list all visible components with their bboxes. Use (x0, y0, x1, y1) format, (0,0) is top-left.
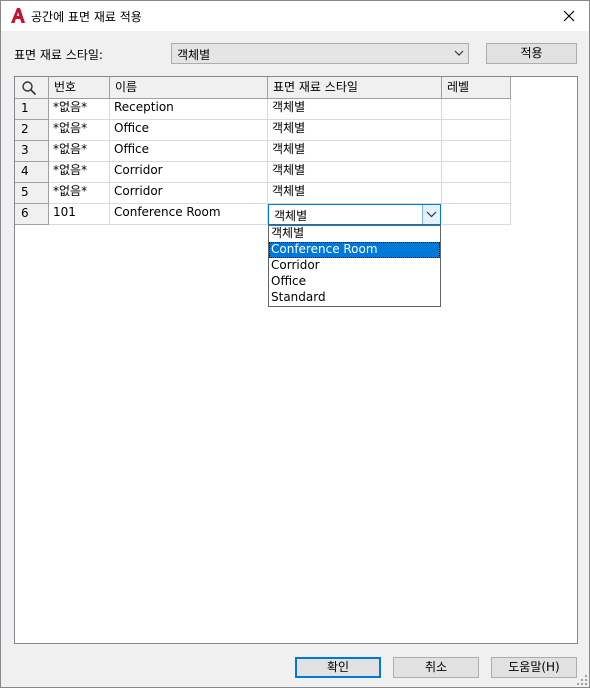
row-header[interactable]: 4 (15, 162, 49, 183)
surface-style-combo[interactable]: 객체별 (171, 43, 469, 64)
row-header[interactable]: 2 (15, 120, 49, 141)
cell-name[interactable]: Office (110, 120, 268, 141)
column-header-style[interactable]: 표면 재료 스타일 (268, 77, 442, 99)
cell-number[interactable]: *없음* (49, 183, 110, 204)
row-header[interactable]: 5 (15, 183, 49, 204)
row-style-combo[interactable]: 객체별 (268, 204, 441, 225)
grid-search-header[interactable] (15, 77, 49, 99)
cell-level[interactable] (442, 141, 511, 162)
row-header[interactable]: 6 (15, 204, 49, 225)
cell-level[interactable] (442, 183, 511, 204)
dropdown-option-selected[interactable]: Conference Room (269, 242, 440, 258)
cell-number[interactable]: *없음* (49, 162, 110, 183)
spaces-grid: 번호 이름 표면 재료 스타일 레벨 1 *없음* Reception 객체별 … (14, 76, 578, 644)
help-button[interactable]: 도움말(H) (491, 657, 577, 678)
ok-button[interactable]: 확인 (295, 657, 381, 678)
close-icon (563, 10, 575, 22)
cell-style[interactable]: 객체별 (268, 183, 442, 204)
combo-dropdown-button[interactable] (422, 205, 440, 224)
chevron-down-icon (454, 50, 464, 56)
cell-level[interactable] (442, 99, 511, 120)
autocad-logo-icon (11, 8, 25, 23)
cancel-button[interactable]: 취소 (393, 657, 479, 678)
window-title: 공간에 표면 재료 적용 (31, 10, 142, 24)
chevron-down-icon (426, 211, 437, 218)
title-bar: 공간에 표면 재료 적용 (1, 1, 589, 31)
cell-number[interactable]: 101 (49, 204, 110, 225)
column-header-number[interactable]: 번호 (49, 77, 110, 99)
cell-name[interactable]: Conference Room (110, 204, 268, 225)
row-header[interactable]: 1 (15, 99, 49, 120)
cell-style[interactable]: 객체별 (268, 99, 442, 120)
row-header[interactable]: 3 (15, 141, 49, 162)
cell-number[interactable]: *없음* (49, 141, 110, 162)
resize-grip-icon[interactable] (577, 675, 587, 685)
dropdown-option[interactable]: 객체별 (269, 226, 440, 242)
cell-number[interactable]: *없음* (49, 120, 110, 141)
cell-name[interactable]: Corridor (110, 183, 268, 204)
cell-level[interactable] (442, 162, 511, 183)
surface-style-value: 객체별 (177, 48, 211, 62)
dialog-window: 공간에 표면 재료 적용 표면 재료 스타일: 객체별 적용 번호 이름 표면 … (0, 0, 590, 688)
cell-name[interactable]: Reception (110, 99, 268, 120)
cell-name[interactable]: Corridor (110, 162, 268, 183)
cell-style[interactable]: 객체별 (268, 120, 442, 141)
cell-style[interactable]: 객체별 (268, 162, 442, 183)
dropdown-option[interactable]: Corridor (269, 258, 440, 274)
dropdown-option[interactable]: Standard (269, 290, 440, 306)
column-header-name[interactable]: 이름 (110, 77, 268, 99)
column-header-level[interactable]: 레벨 (442, 77, 511, 99)
surface-style-label: 표면 재료 스타일: (14, 48, 103, 62)
cell-style[interactable]: 객체별 (268, 141, 442, 162)
cell-number[interactable]: *없음* (49, 99, 110, 120)
cell-name[interactable]: Office (110, 141, 268, 162)
cell-level[interactable] (442, 204, 511, 225)
search-icon (22, 81, 37, 96)
apply-button[interactable]: 적용 (486, 43, 577, 64)
row-style-value: 객체별 (274, 209, 308, 223)
style-dropdown-list: 객체별 Conference Room Corridor Office Stan… (268, 225, 441, 307)
close-button[interactable] (549, 1, 589, 31)
dropdown-option[interactable]: Office (269, 274, 440, 290)
cell-level[interactable] (442, 120, 511, 141)
